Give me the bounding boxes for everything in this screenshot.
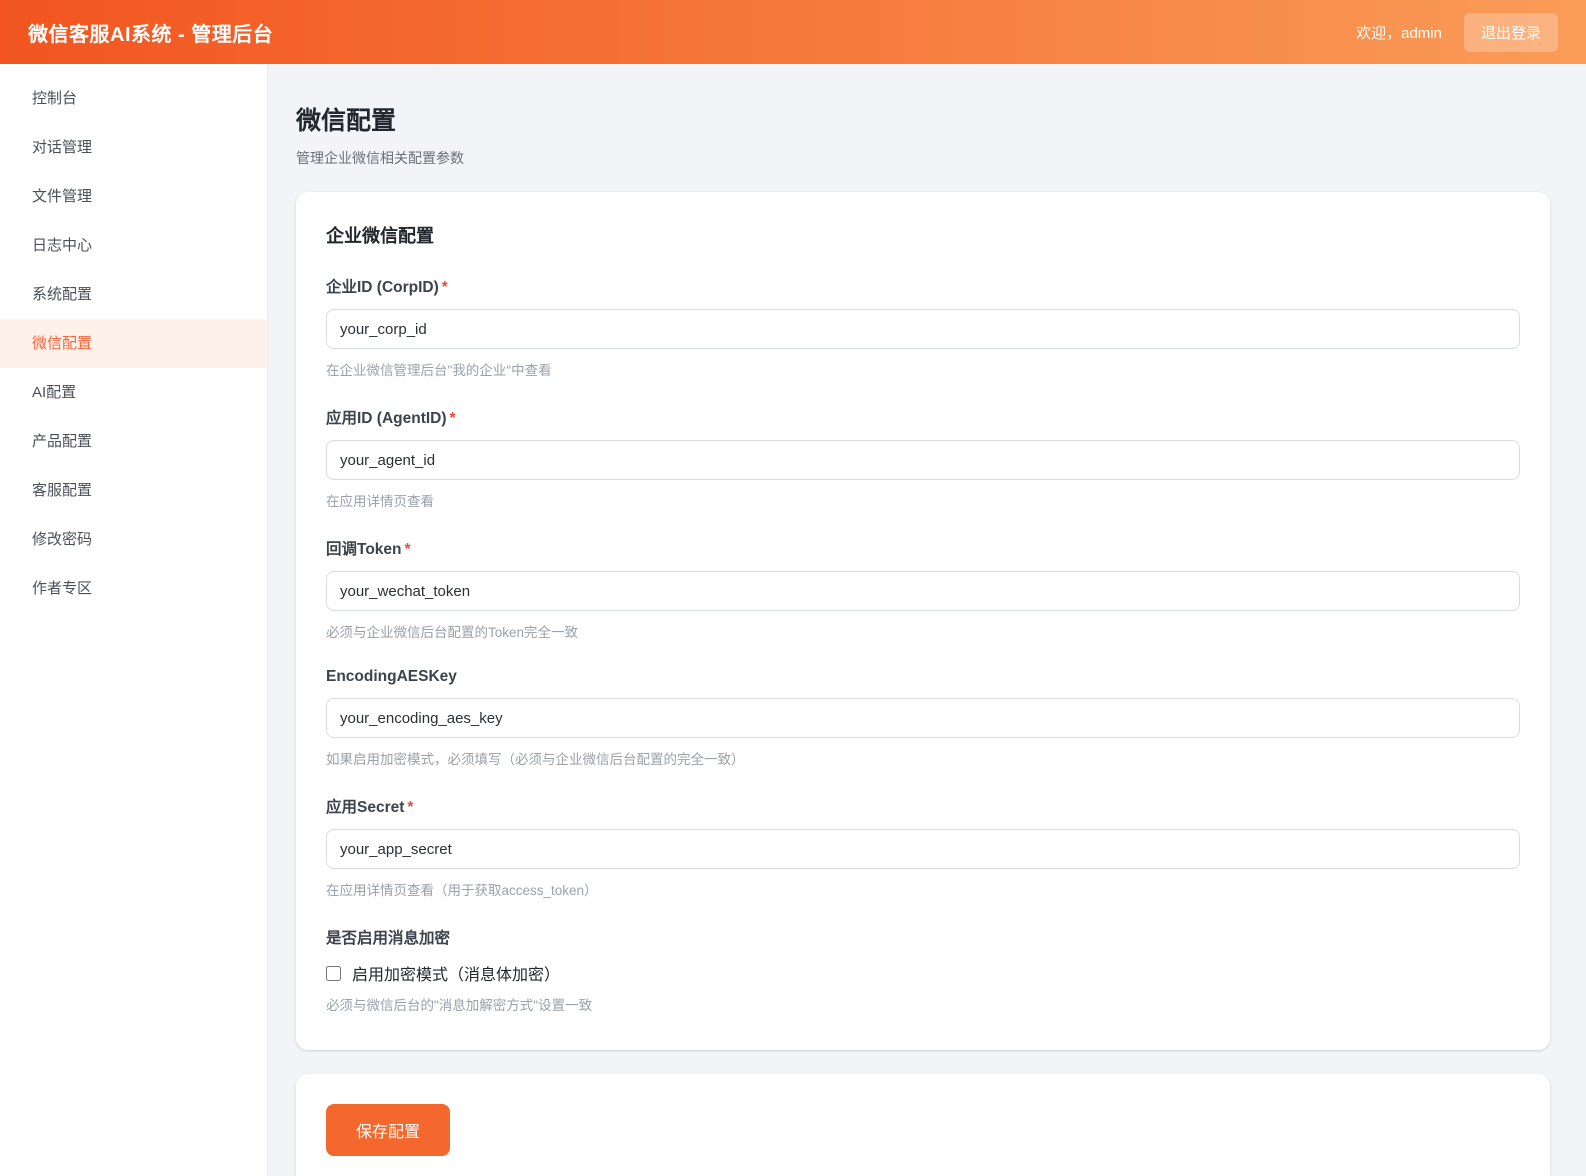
sidebar-item-files[interactable]: 文件管理 <box>0 172 267 221</box>
required-asterisk: * <box>407 799 413 816</box>
app-title: 微信客服AI系统 - 管理后台 <box>28 18 273 47</box>
agent-id-hint: 在应用详情页查看 <box>326 490 1520 510</box>
sidebar-item-ai-config[interactable]: AI配置 <box>0 368 267 417</box>
corp-id-label: 企业ID (CorpID)* <box>326 275 1520 297</box>
sidebar: 控制台 对话管理 文件管理 日志中心 系统配置 微信配置 AI配置 产品配置 客… <box>0 64 268 1176</box>
encryption-checkbox-label: 启用加密模式（消息体加密） <box>352 961 560 985</box>
encoding-aes-key-label: EncodingAESKey <box>326 668 1520 686</box>
header-user-area: 欢迎，admin 退出登录 <box>1356 13 1558 52</box>
agent-id-label: 应用ID (AgentID)* <box>326 406 1520 428</box>
corp-id-field: 企业ID (CorpID)* 在企业微信管理后台"我的企业"中查看 <box>326 275 1520 379</box>
required-asterisk: * <box>450 410 456 427</box>
agent-id-field: 应用ID (AgentID)* 在应用详情页查看 <box>326 406 1520 510</box>
app-secret-input[interactable] <box>326 829 1520 869</box>
sidebar-item-system-config[interactable]: 系统配置 <box>0 270 267 319</box>
app-header: 微信客服AI系统 - 管理后台 欢迎，admin 退出登录 <box>0 0 1586 64</box>
page-subtitle: 管理企业微信相关配置参数 <box>296 148 1550 168</box>
section-title: 企业微信配置 <box>326 222 1520 248</box>
encoding-aes-key-input[interactable] <box>326 698 1520 738</box>
sidebar-item-conversations[interactable]: 对话管理 <box>0 123 267 172</box>
sidebar-item-logs[interactable]: 日志中心 <box>0 221 267 270</box>
encryption-checkbox[interactable] <box>326 966 341 981</box>
corp-id-hint: 在企业微信管理后台"我的企业"中查看 <box>326 359 1520 379</box>
callback-token-input[interactable] <box>326 571 1520 611</box>
encoding-aes-key-label-text: EncodingAESKey <box>326 668 457 685</box>
callback-token-field: 回调Token* 必须与企业微信后台配置的Token完全一致 <box>326 537 1520 641</box>
required-asterisk: * <box>442 279 448 296</box>
encryption-hint: 必须与微信后台的"消息加解密方式"设置一致 <box>326 994 1520 1014</box>
page-title: 微信配置 <box>296 101 1550 137</box>
main-layout: 控制台 对话管理 文件管理 日志中心 系统配置 微信配置 AI配置 产品配置 客… <box>0 64 1586 1176</box>
callback-token-hint: 必须与企业微信后台配置的Token完全一致 <box>326 621 1520 641</box>
save-card: 保存配置 <box>296 1074 1550 1176</box>
corp-id-input[interactable] <box>326 309 1520 349</box>
logout-button[interactable]: 退出登录 <box>1464 13 1558 52</box>
corp-id-label-text: 企业ID (CorpID) <box>326 279 439 296</box>
agent-id-input[interactable] <box>326 440 1520 480</box>
encryption-checkbox-row[interactable]: 启用加密模式（消息体加密） <box>326 961 1520 985</box>
required-asterisk: * <box>405 541 411 558</box>
wechat-config-card: 企业微信配置 企业ID (CorpID)* 在企业微信管理后台"我的企业"中查看… <box>296 192 1550 1050</box>
app-secret-hint: 在应用详情页查看（用于获取access_token） <box>326 879 1520 899</box>
encryption-group: 是否启用消息加密 启用加密模式（消息体加密） 必须与微信后台的"消息加解密方式"… <box>326 926 1520 1014</box>
callback-token-label-text: 回调Token <box>326 541 402 558</box>
sidebar-item-product-config[interactable]: 产品配置 <box>0 417 267 466</box>
content-area: 微信配置 管理企业微信相关配置参数 企业微信配置 企业ID (CorpID)* … <box>268 64 1586 1176</box>
agent-id-label-text: 应用ID (AgentID) <box>326 410 447 427</box>
encoding-aes-key-hint: 如果启用加密模式，必须填写（必须与企业微信后台配置的完全一致） <box>326 748 1520 768</box>
app-secret-label: 应用Secret* <box>326 795 1520 817</box>
sidebar-item-change-password[interactable]: 修改密码 <box>0 515 267 564</box>
sidebar-item-wechat-config[interactable]: 微信配置 <box>0 319 267 368</box>
welcome-text: 欢迎，admin <box>1356 22 1442 43</box>
app-secret-label-text: 应用Secret <box>326 799 404 816</box>
save-config-button[interactable]: 保存配置 <box>326 1104 450 1156</box>
sidebar-item-dashboard[interactable]: 控制台 <box>0 74 267 123</box>
sidebar-item-author-zone[interactable]: 作者专区 <box>0 564 267 613</box>
encryption-group-label: 是否启用消息加密 <box>326 926 1520 948</box>
app-secret-field: 应用Secret* 在应用详情页查看（用于获取access_token） <box>326 795 1520 899</box>
callback-token-label: 回调Token* <box>326 537 1520 559</box>
sidebar-item-service-config[interactable]: 客服配置 <box>0 466 267 515</box>
encoding-aes-key-field: EncodingAESKey 如果启用加密模式，必须填写（必须与企业微信后台配置… <box>326 668 1520 768</box>
